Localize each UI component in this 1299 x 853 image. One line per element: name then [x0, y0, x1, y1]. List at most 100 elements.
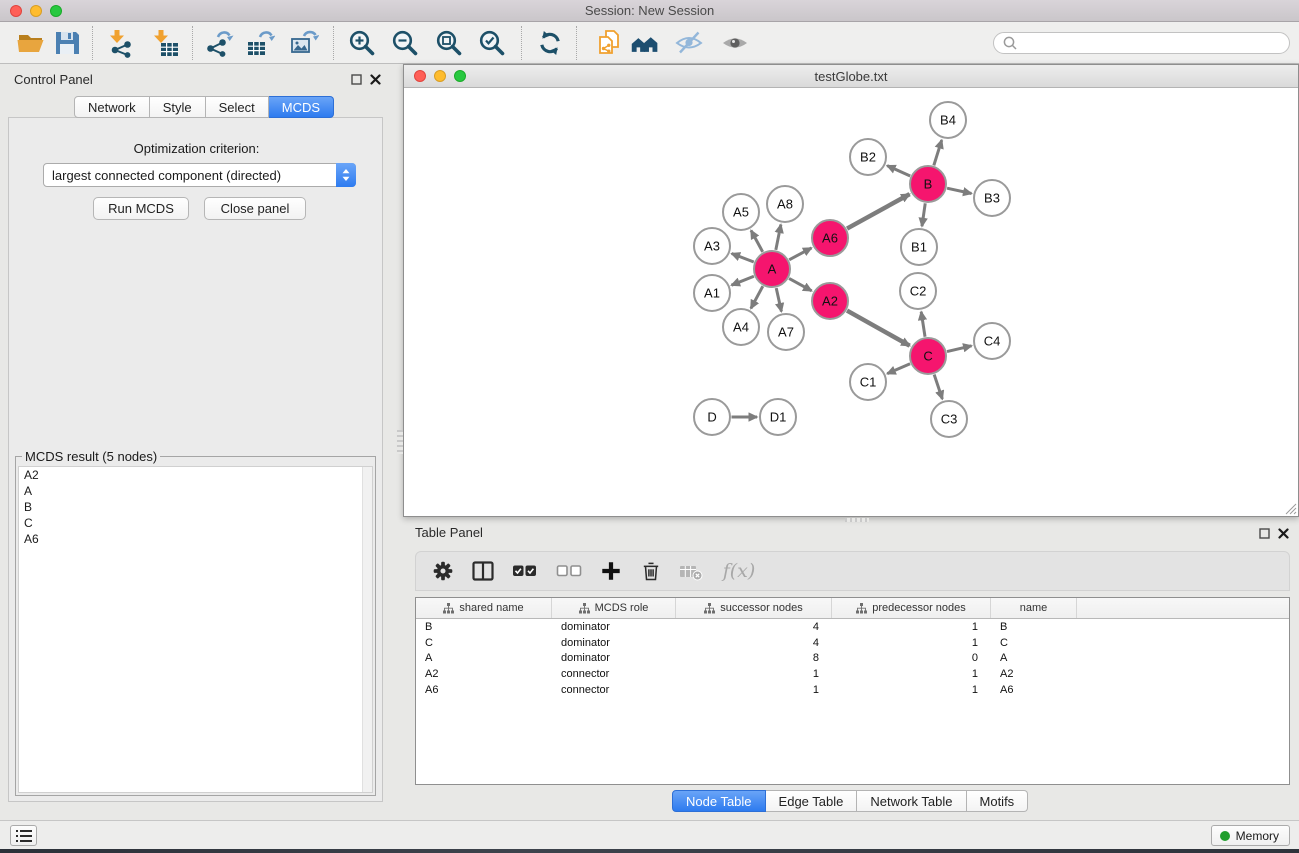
- export-network-button[interactable]: [204, 28, 234, 58]
- graph-node-A6[interactable]: A6: [812, 220, 848, 256]
- graph-edge-B-B2[interactable]: [887, 166, 910, 176]
- graph-edge-C-C1[interactable]: [887, 364, 910, 374]
- graph-edge-A-A5[interactable]: [751, 230, 763, 251]
- open-session-button[interactable]: [16, 28, 46, 58]
- window-resize-grip[interactable]: [1283, 501, 1297, 515]
- column-header-successor-nodes[interactable]: successor nodes: [676, 598, 832, 618]
- home-views-button[interactable]: [630, 28, 660, 58]
- graph-node-C3[interactable]: C3: [931, 401, 967, 437]
- graph-node-D1[interactable]: D1: [760, 399, 796, 435]
- close-panel-button[interactable]: Close panel: [204, 197, 306, 220]
- column-header-name[interactable]: name: [991, 598, 1077, 618]
- table-row[interactable]: Adominator80A: [416, 650, 1289, 666]
- graph-node-A2[interactable]: A2: [812, 283, 848, 319]
- close-panel-icon[interactable]: [370, 72, 381, 90]
- zoom-out-button[interactable]: [390, 28, 420, 58]
- graph-node-B2[interactable]: B2: [850, 139, 886, 175]
- close-table-panel-icon[interactable]: [1278, 526, 1289, 544]
- table-row[interactable]: Cdominator41C: [416, 635, 1289, 651]
- zoom-fit-button[interactable]: [434, 28, 464, 58]
- list-scrollbar[interactable]: [362, 467, 372, 792]
- graph-node-A1[interactable]: A1: [694, 275, 730, 311]
- import-table-button[interactable]: [150, 28, 180, 58]
- graph-node-A5[interactable]: A5: [723, 194, 759, 230]
- graph-node-B[interactable]: B: [910, 166, 946, 202]
- tab-node-table[interactable]: Node Table: [672, 790, 766, 812]
- network-files-button[interactable]: [594, 28, 624, 58]
- graph-edge-A-A4[interactable]: [751, 286, 763, 308]
- graph-node-B4[interactable]: B4: [930, 102, 966, 138]
- tab-network[interactable]: Network: [74, 96, 150, 118]
- graph-edge-A6-B[interactable]: [847, 194, 910, 228]
- criterion-dropdown[interactable]: largest connected component (directed): [43, 163, 356, 187]
- mcds-result-item[interactable]: A6: [19, 531, 372, 547]
- search-field[interactable]: [993, 32, 1290, 54]
- mcds-result-item[interactable]: A: [19, 483, 372, 499]
- hide-graphics-button[interactable]: [674, 28, 704, 58]
- run-mcds-button[interactable]: Run MCDS: [93, 197, 189, 220]
- float-panel-icon[interactable]: [351, 72, 362, 90]
- graph-edge-A-A6[interactable]: [789, 248, 811, 260]
- tab-network-table[interactable]: Network Table: [857, 790, 966, 812]
- tab-motifs[interactable]: Motifs: [967, 790, 1029, 812]
- graph-edge-A-A3[interactable]: [732, 254, 754, 263]
- network-canvas[interactable]: B4 B2 B B3 A5A8A6 A3 B1 A A1 C2 A2 A4A7 C4 C C1 D D1 C3: [404, 88, 1298, 516]
- tab-style[interactable]: Style: [150, 96, 206, 118]
- table-row[interactable]: Bdominator41B: [416, 619, 1289, 635]
- graph-node-A3[interactable]: A3: [694, 228, 730, 264]
- graph-edge-C-C2[interactable]: [921, 312, 925, 337]
- graph-node-C[interactable]: C: [910, 338, 946, 374]
- deselect-all-button[interactable]: [554, 558, 584, 584]
- column-header-shared-name[interactable]: shared name: [416, 598, 552, 618]
- import-network-button[interactable]: [106, 28, 136, 58]
- show-graphics-button[interactable]: [720, 28, 750, 58]
- graph-edge-C-C4[interactable]: [947, 346, 972, 352]
- graph-edge-B-B1[interactable]: [922, 203, 925, 226]
- table-row[interactable]: A2connector11A2: [416, 666, 1289, 682]
- search-input[interactable]: [1022, 34, 1289, 52]
- add-column-button[interactable]: [598, 558, 624, 584]
- graph-edge-A-A7[interactable]: [776, 288, 781, 311]
- memory-button[interactable]: Memory: [1211, 825, 1290, 846]
- float-table-panel-icon[interactable]: [1259, 526, 1270, 544]
- apply-layout-button[interactable]: [535, 28, 565, 58]
- table-row[interactable]: A6connector11A6: [416, 682, 1289, 698]
- graph-node-A4[interactable]: A4: [723, 309, 759, 345]
- tab-select[interactable]: Select: [206, 96, 269, 118]
- mcds-result-item[interactable]: C: [19, 515, 372, 531]
- export-table-button[interactable]: [245, 28, 275, 58]
- graph-edge-A2-C[interactable]: [847, 311, 910, 346]
- graph-edge-A-A1[interactable]: [731, 276, 753, 285]
- graph-edge-C-C3[interactable]: [934, 374, 942, 399]
- graph-node-C1[interactable]: C1: [850, 364, 886, 400]
- show-columns-button[interactable]: [470, 558, 496, 584]
- graph-edge-B-B4[interactable]: [934, 140, 942, 165]
- show-panels-button[interactable]: [10, 825, 37, 846]
- mcds-result-item[interactable]: B: [19, 499, 372, 515]
- graph-node-B3[interactable]: B3: [974, 180, 1010, 216]
- graph-node-C2[interactable]: C2: [900, 273, 936, 309]
- zoom-in-button[interactable]: [347, 28, 377, 58]
- graph-node-A[interactable]: A: [754, 251, 790, 287]
- graph-edge-B-B3[interactable]: [947, 188, 971, 193]
- graph-node-D[interactable]: D: [694, 399, 730, 435]
- select-all-button[interactable]: [510, 558, 540, 584]
- graph-node-B1[interactable]: B1: [901, 229, 937, 265]
- export-image-button[interactable]: [289, 28, 319, 58]
- graph-node-C4[interactable]: C4: [974, 323, 1010, 359]
- tab-mcds[interactable]: MCDS: [269, 96, 334, 118]
- column-header-MCDS-role[interactable]: MCDS role: [552, 598, 676, 618]
- vertical-splitter-grip[interactable]: [397, 430, 403, 454]
- graph-node-A7[interactable]: A7: [768, 314, 804, 350]
- save-session-button[interactable]: [52, 28, 82, 58]
- delete-column-button[interactable]: [638, 558, 664, 584]
- graph-node-A8[interactable]: A8: [767, 186, 803, 222]
- zoom-selected-button[interactable]: [477, 28, 507, 58]
- network-window-titlebar[interactable]: testGlobe.txt: [404, 65, 1298, 88]
- mcds-result-item[interactable]: A2: [19, 467, 372, 483]
- column-header-predecessor-nodes[interactable]: predecessor nodes: [832, 598, 991, 618]
- graph-edge-A-A8[interactable]: [776, 225, 781, 250]
- table-settings-button[interactable]: [430, 558, 456, 584]
- graph-edge-A-A2[interactable]: [789, 278, 812, 290]
- tab-edge-table[interactable]: Edge Table: [766, 790, 858, 812]
